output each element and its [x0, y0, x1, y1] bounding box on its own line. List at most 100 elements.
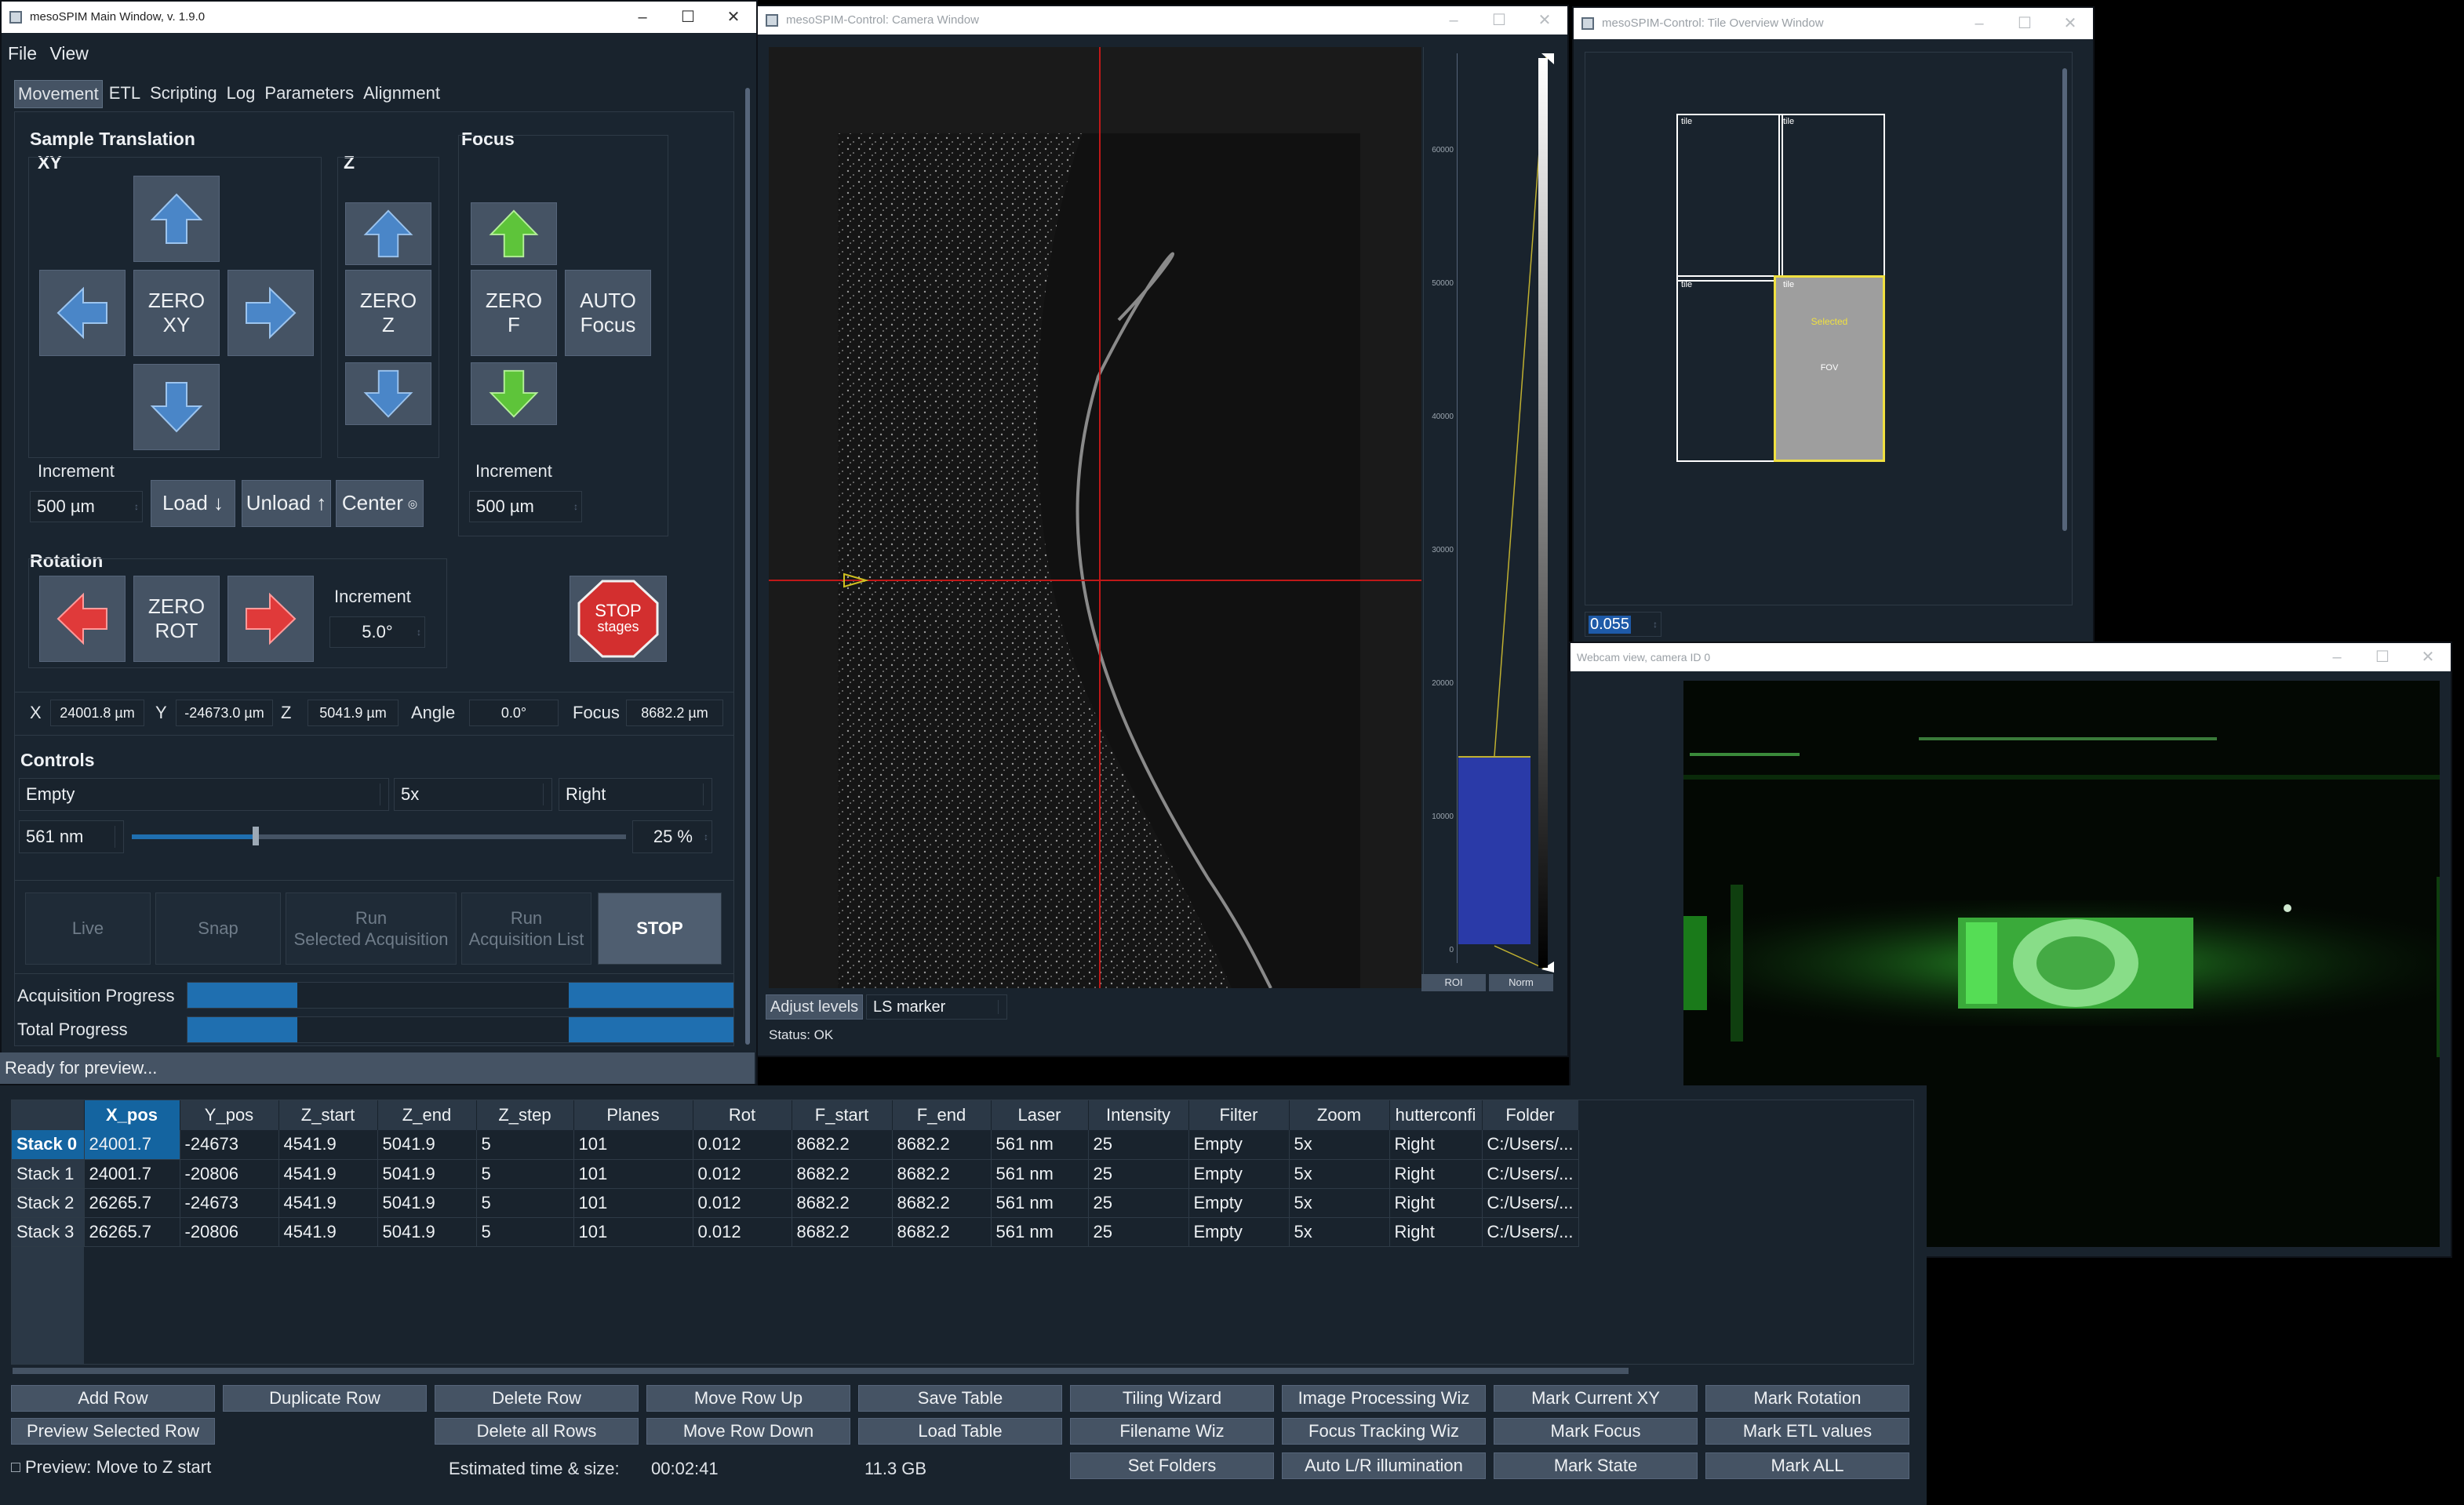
rotate-right-button[interactable]: [227, 576, 314, 662]
table-cell[interactable]: C:/Users/...: [1482, 1188, 1579, 1218]
column-header[interactable]: F_start: [792, 1100, 893, 1130]
tile-window-titlebar[interactable]: mesoSPIM-Control: Tile Overview Window –…: [1574, 8, 2093, 39]
mark-all-button[interactable]: Mark ALL: [1705, 1452, 1909, 1479]
column-header[interactable]: Zoom: [1289, 1100, 1390, 1130]
table-corner[interactable]: [12, 1100, 85, 1130]
live-button[interactable]: Live: [25, 892, 151, 965]
table-cell[interactable]: 25: [1088, 1188, 1189, 1218]
table-cell[interactable]: Empty: [1188, 1159, 1290, 1189]
rotate-left-button[interactable]: [39, 576, 126, 662]
table-row[interactable]: Stack 3 26265.7 -20806 4541.9 5041.9 5 101 0.01…: [12, 1217, 1579, 1247]
table-cell[interactable]: 5041.9: [377, 1217, 477, 1247]
mark-current-xy-button[interactable]: Mark Current XY: [1494, 1385, 1698, 1412]
table-cell[interactable]: C:/Users/...: [1482, 1130, 1579, 1160]
row-header[interactable]: Stack 3: [12, 1217, 85, 1247]
zoom-select[interactable]: 5x: [394, 778, 552, 811]
main-window-titlebar[interactable]: mesoSPIM Main Window, v. 1.9.0 – ☐ ✕: [2, 2, 756, 33]
focus-up-button[interactable]: [471, 202, 557, 265]
load-table-button[interactable]: Load Table: [858, 1418, 1062, 1445]
laser-select[interactable]: 561 nm: [19, 820, 124, 853]
rotation-increment-spinbox[interactable]: 5.0°: [329, 616, 425, 648]
main-scrollbar[interactable]: [745, 88, 750, 1045]
image-processing-wiz-button[interactable]: Image Processing Wiz: [1282, 1385, 1486, 1412]
column-header[interactable]: Planes: [573, 1100, 693, 1130]
preview-move-to-z-checkbox[interactable]: Preview: Move to Z start: [11, 1457, 211, 1478]
add-row-button[interactable]: Add Row: [11, 1385, 215, 1412]
table-cell[interactable]: Right: [1389, 1188, 1483, 1218]
mark-focus-button[interactable]: Mark Focus: [1494, 1418, 1698, 1445]
table-cell[interactable]: 101: [573, 1130, 693, 1160]
table-cell[interactable]: 8682.2: [892, 1159, 992, 1189]
minimize-icon[interactable]: –: [620, 2, 665, 33]
stop-button[interactable]: STOP: [598, 892, 722, 965]
z-up-button[interactable]: [345, 202, 431, 265]
table-cell[interactable]: 8682.2: [892, 1188, 992, 1218]
tab-log[interactable]: Log: [224, 80, 259, 108]
tab-movement[interactable]: Movement: [14, 80, 103, 108]
intensity-slider-handle[interactable]: [252, 827, 259, 845]
center-button[interactable]: Center ◎: [336, 480, 424, 527]
table-cell[interactable]: 561 nm: [991, 1188, 1089, 1218]
table-cell[interactable]: 0.012: [693, 1159, 792, 1189]
table-cell[interactable]: 0.012: [693, 1130, 792, 1160]
column-header[interactable]: Rot: [693, 1100, 792, 1130]
zero-rot-button[interactable]: ZERO ROT: [133, 576, 220, 662]
table-cell[interactable]: 5x: [1289, 1217, 1390, 1247]
table-cell[interactable]: 8682.2: [892, 1217, 992, 1247]
camera-window-titlebar[interactable]: mesoSPIM-Control: Camera Window – ☐ ✕: [758, 6, 1567, 35]
row-header[interactable]: Stack 0: [12, 1130, 85, 1160]
table-cell[interactable]: 5x: [1289, 1159, 1390, 1189]
table-cell[interactable]: 101: [573, 1188, 693, 1218]
table-cell[interactable]: 25: [1088, 1130, 1189, 1160]
xy-down-button[interactable]: [133, 364, 220, 450]
minimize-icon[interactable]: –: [1431, 6, 1476, 35]
table-cell[interactable]: 101: [573, 1217, 693, 1247]
close-icon[interactable]: ✕: [2047, 8, 2093, 39]
load-button[interactable]: Load ↓: [151, 480, 235, 527]
table-cell[interactable]: 4541.9: [278, 1159, 378, 1189]
table-cell[interactable]: 25: [1088, 1159, 1189, 1189]
table-cell[interactable]: 5: [476, 1188, 574, 1218]
table-cell[interactable]: 24001.7: [84, 1130, 180, 1160]
histogram-panel[interactable]: 60000 50000 40000 30000 20000 10000 0: [1423, 47, 1558, 988]
filename-wiz-button[interactable]: Filename Wiz: [1070, 1418, 1274, 1445]
move-row-up-button[interactable]: Move Row Up: [646, 1385, 850, 1412]
column-header[interactable]: hutterconfi: [1389, 1100, 1483, 1130]
table-cell[interactable]: -24673: [180, 1130, 279, 1160]
table-cell[interactable]: 561 nm: [991, 1159, 1089, 1189]
table-cell[interactable]: 101: [573, 1159, 693, 1189]
table-cell[interactable]: Empty: [1188, 1217, 1290, 1247]
table-cell[interactable]: Empty: [1188, 1130, 1290, 1160]
mark-etl-values-button[interactable]: Mark ETL values: [1705, 1418, 1909, 1445]
move-row-down-button[interactable]: Move Row Down: [646, 1418, 850, 1445]
camera-image-view[interactable]: [769, 47, 1421, 988]
roi-button[interactable]: ROI: [1421, 974, 1486, 991]
tab-scripting[interactable]: Scripting: [147, 80, 220, 108]
table-cell[interactable]: 26265.7: [84, 1217, 180, 1247]
tab-parameters[interactable]: Parameters: [261, 80, 357, 108]
table-cell[interactable]: Right: [1389, 1217, 1483, 1247]
column-header[interactable]: X_pos: [84, 1100, 180, 1130]
focus-down-button[interactable]: [471, 362, 557, 425]
column-header[interactable]: Z_start: [278, 1100, 378, 1130]
close-icon[interactable]: ✕: [711, 2, 756, 33]
close-icon[interactable]: ✕: [1522, 6, 1567, 35]
xy-right-button[interactable]: [227, 270, 314, 356]
preview-selected-row-button[interactable]: Preview Selected Row: [11, 1418, 215, 1445]
minimize-icon[interactable]: –: [1956, 8, 2002, 39]
intensity-slider[interactable]: [132, 827, 626, 845]
tile-scale-spinbox[interactable]: 0.055: [1585, 612, 1661, 637]
focus-increment-spinbox[interactable]: 500 µm: [469, 491, 582, 522]
table-cell[interactable]: 4541.9: [278, 1130, 378, 1160]
table-cell[interactable]: 5x: [1289, 1130, 1390, 1160]
table-cell[interactable]: 8682.2: [792, 1159, 893, 1189]
delete-all-rows-button[interactable]: Delete all Rows: [435, 1418, 639, 1445]
norm-button[interactable]: Norm: [1489, 974, 1553, 991]
zero-xy-button[interactable]: ZERO XY: [133, 270, 220, 356]
maximize-icon[interactable]: ☐: [1476, 6, 1522, 35]
column-header[interactable]: Filter: [1188, 1100, 1290, 1130]
table-cell[interactable]: C:/Users/...: [1482, 1217, 1579, 1247]
adjust-levels-button[interactable]: Adjust levels: [766, 994, 863, 1020]
xy-left-button[interactable]: [39, 270, 126, 356]
run-selected-acquisition-button[interactable]: Run Selected Acquisition: [286, 892, 457, 965]
